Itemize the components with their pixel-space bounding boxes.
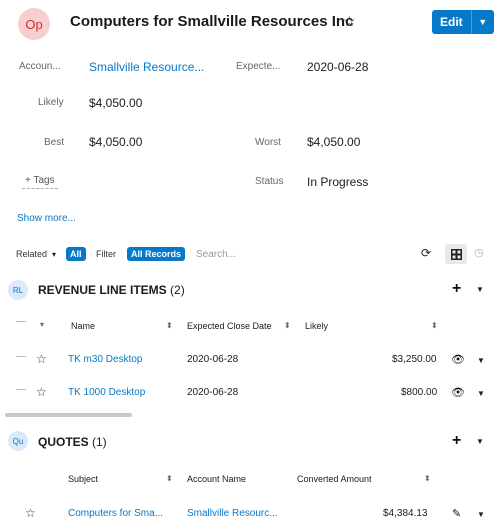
clock-icon[interactable]: ◷ [474, 246, 484, 259]
row-actions-caret-icon[interactable]: ▼ [477, 510, 485, 519]
likely-label: Likely [38, 97, 64, 108]
revenue-caret-icon[interactable]: ▼ [476, 285, 484, 294]
column-converted-amount[interactable]: Converted Amount [297, 474, 372, 484]
row-checkbox[interactable] [16, 356, 26, 357]
revenue-select-all[interactable] [16, 321, 26, 322]
expected-value[interactable]: 2020-06-28 [307, 60, 368, 74]
sort-icon[interactable]: ⬍ [166, 321, 173, 330]
search-input[interactable]: Search... [196, 249, 236, 260]
expected-label: Expecte... [236, 61, 281, 72]
column-subject[interactable]: Subject [68, 474, 98, 484]
favorite-star-icon[interactable]: ☆ [343, 13, 356, 30]
column-expected-close-date[interactable]: Expected Close Date [187, 321, 272, 331]
edit-button-group: Edit ▼ [432, 10, 494, 34]
refresh-icon[interactable]: ⟳ [421, 246, 431, 260]
sort-icon[interactable]: ⬍ [284, 321, 291, 330]
page-title: Computers for Smallville Resources Inc [70, 13, 354, 30]
preview-eye-icon[interactable]: 👁 [451, 353, 465, 366]
edit-caret-icon[interactable]: ▼ [470, 10, 494, 34]
grid-icon [450, 248, 462, 260]
status-value[interactable]: In Progress [307, 175, 368, 189]
list-view-button[interactable] [445, 244, 467, 264]
likely-value[interactable]: $4,050.00 [89, 96, 142, 110]
revenue-mass-caret-icon[interactable]: ▾ [40, 320, 44, 329]
revenue-row-date: 2020-06-28 [187, 354, 239, 365]
revenue-row-name[interactable]: TK m30 Desktop [68, 354, 142, 365]
edit-pencil-icon[interactable]: ✎ [452, 507, 461, 520]
column-likely[interactable]: Likely [305, 321, 328, 331]
revenue-badge: RL [8, 280, 28, 300]
account-label: Accoun... [19, 61, 61, 72]
column-name[interactable]: Name [71, 321, 95, 331]
row-checkbox[interactable] [16, 389, 26, 390]
show-more-link[interactable]: Show more... [17, 213, 76, 224]
account-link[interactable]: Smallville Resource... [89, 60, 204, 74]
favorite-star-icon[interactable]: ☆ [36, 385, 47, 399]
favorite-star-icon[interactable]: ☆ [36, 352, 47, 366]
revenue-row-amount: $3,250.00 [392, 354, 437, 365]
horizontal-scrollbar[interactable] [5, 413, 132, 417]
best-value[interactable]: $4,050.00 [89, 135, 142, 149]
revenue-add-icon[interactable]: + [452, 281, 461, 297]
quote-row-subject[interactable]: Computers for Sma... [68, 508, 163, 519]
tags-button[interactable]: + Tags [22, 175, 58, 189]
status-label: Status [255, 176, 284, 187]
related-caret-icon[interactable]: ▾ [52, 250, 56, 259]
preview-eye-icon[interactable]: 👁 [451, 386, 465, 399]
row-actions-caret-icon[interactable]: ▼ [477, 389, 485, 398]
revenue-row-amount: $800.00 [401, 387, 438, 398]
quotes-add-icon[interactable]: + [452, 433, 461, 449]
avatar: Op [18, 8, 50, 40]
filter-all-records-pill[interactable]: All Records [127, 247, 186, 261]
worst-label: Worst [255, 137, 281, 148]
favorite-star-icon[interactable]: ☆ [25, 506, 36, 520]
revenue-row-date: 2020-06-28 [187, 387, 239, 398]
row-actions-caret-icon[interactable]: ▼ [477, 356, 485, 365]
worst-value[interactable]: $4,050.00 [307, 135, 360, 149]
quotes-badge: Qu [8, 431, 28, 451]
sort-icon[interactable]: ⬍ [424, 474, 431, 483]
quotes-section-title[interactable]: QUOTES (1) [38, 435, 107, 449]
quote-row-amount: $4,384.13 [383, 508, 428, 519]
sort-icon[interactable]: ⬍ [431, 321, 438, 330]
revenue-section-title[interactable]: REVENUE LINE ITEMS (2) [38, 283, 185, 297]
best-label: Best [44, 137, 65, 148]
related-label[interactable]: Related [16, 249, 47, 259]
quotes-caret-icon[interactable]: ▼ [476, 437, 484, 446]
edit-button[interactable]: Edit [432, 10, 471, 34]
quote-row-account[interactable]: Smallville Resourc... [187, 508, 278, 519]
revenue-row-name[interactable]: TK 1000 Desktop [68, 387, 145, 398]
column-account-name[interactable]: Account Name [187, 474, 246, 484]
sort-icon[interactable]: ⬍ [166, 474, 173, 483]
filter-label: Filter [96, 249, 116, 259]
related-all-pill[interactable]: All [66, 247, 86, 261]
